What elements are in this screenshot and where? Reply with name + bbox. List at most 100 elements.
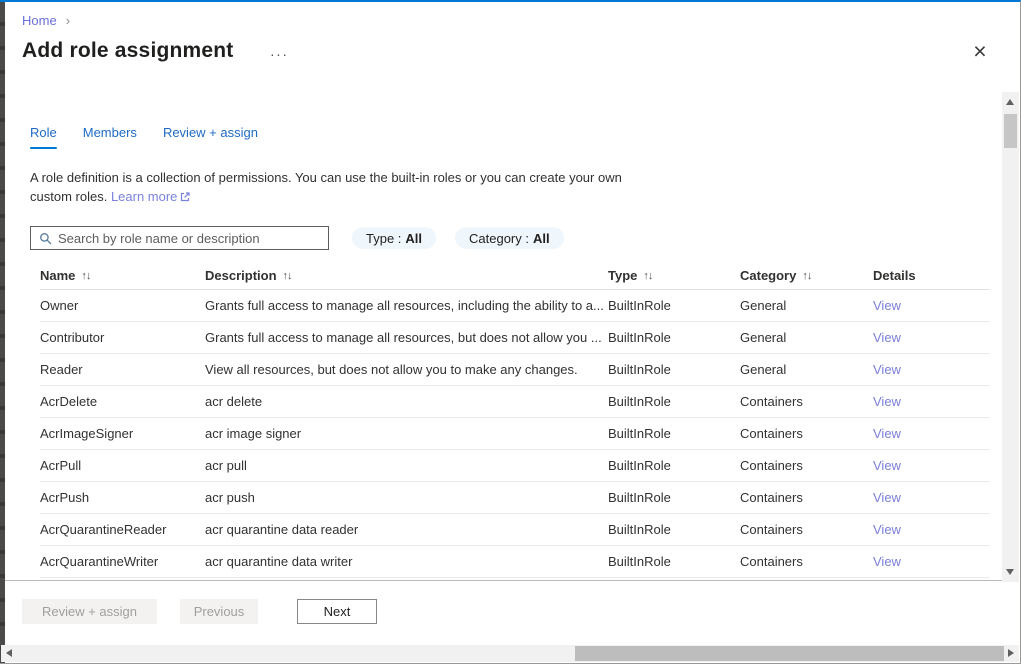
view-details-link[interactable]: View (873, 330, 901, 345)
role-type-cell: BuiltInRole (608, 394, 740, 409)
role-description-cell: acr quarantine data reader (205, 522, 608, 537)
role-type-cell: BuiltInRole (608, 362, 740, 377)
scroll-up-arrow-icon[interactable] (1006, 99, 1014, 105)
tab-role[interactable]: Role (30, 125, 57, 149)
table-row[interactable]: AcrQuarantineWriter acr quarantine data … (40, 546, 990, 578)
sort-icon: ↑↓ (81, 270, 90, 282)
add-role-assignment-panel: Home › Add role assignment ··· × Role Me… (0, 0, 1021, 664)
table-row[interactable]: AcrPull acr pull BuiltInRole Containers … (40, 450, 990, 482)
role-category-cell: Containers (740, 490, 873, 505)
sort-icon: ↑↓ (643, 270, 652, 282)
search-input[interactable] (58, 231, 328, 246)
role-name-cell: Contributor (40, 330, 205, 345)
category-filter-value: All (533, 231, 550, 246)
table-row[interactable]: Contributor Grants full access to manage… (40, 322, 990, 354)
scroll-left-arrow-icon[interactable] (6, 649, 12, 657)
role-type-cell: BuiltInRole (608, 490, 740, 505)
previous-button[interactable]: Previous (180, 599, 258, 624)
list-bottom-divider (5, 580, 1003, 581)
vertical-scrollbar[interactable] (1002, 92, 1019, 582)
next-button[interactable]: Next (297, 599, 377, 624)
column-header-details: Details (873, 268, 990, 283)
table-row[interactable]: AcrDelete acr delete BuiltInRole Contain… (40, 386, 990, 418)
role-category-cell: General (740, 362, 873, 377)
learn-more-link[interactable]: Learn more (111, 189, 177, 204)
role-type-cell: BuiltInRole (608, 554, 740, 569)
role-type-cell: BuiltInRole (608, 330, 740, 345)
intro-line-1: A role definition is a collection of per… (30, 168, 622, 187)
tab-members[interactable]: Members (83, 125, 137, 149)
type-filter-pill[interactable]: Type : All (352, 227, 436, 249)
role-name-cell: AcrQuarantineReader (40, 522, 205, 537)
role-description-cell: acr quarantine data writer (205, 554, 608, 569)
view-details-link[interactable]: View (873, 458, 901, 473)
search-icon (39, 232, 52, 245)
view-details-link[interactable]: View (873, 426, 901, 441)
role-name-cell: Reader (40, 362, 205, 377)
view-details-link[interactable]: View (873, 298, 901, 313)
table-row[interactable]: AcrQuarantineReader acr quarantine data … (40, 514, 990, 546)
role-type-cell: BuiltInRole (608, 298, 740, 313)
table-body: Owner Grants full access to manage all r… (40, 290, 990, 578)
role-category-cell: General (740, 330, 873, 345)
role-description-cell: acr image signer (205, 426, 608, 441)
category-filter-pill[interactable]: Category : All (455, 227, 564, 249)
role-description-cell: acr push (205, 490, 608, 505)
role-name-cell: AcrQuarantineWriter (40, 554, 205, 569)
role-name-cell: Owner (40, 298, 205, 313)
breadcrumb-home-link[interactable]: Home (22, 13, 57, 28)
role-definition-intro: A role definition is a collection of per… (30, 168, 622, 207)
breadcrumb-chevron-icon: › (66, 13, 70, 28)
table-row[interactable]: Owner Grants full access to manage all r… (40, 290, 990, 322)
role-name-cell: AcrPull (40, 458, 205, 473)
role-description-cell: Grants full access to manage all resourc… (205, 298, 608, 313)
close-icon[interactable]: × (966, 38, 994, 66)
scroll-right-arrow-icon[interactable] (1008, 649, 1014, 657)
category-filter-label: Category : (469, 231, 529, 246)
role-category-cell: Containers (740, 522, 873, 537)
view-details-link[interactable]: View (873, 522, 901, 537)
view-details-link[interactable]: View (873, 554, 901, 569)
role-search-box (30, 226, 329, 250)
role-description-cell: acr delete (205, 394, 608, 409)
sort-icon: ↑↓ (802, 270, 811, 282)
horizontal-scrollbar-thumb[interactable] (575, 646, 1004, 661)
external-link-icon (180, 188, 190, 207)
tab-bar: Role Members Review + assign (30, 125, 258, 149)
role-type-cell: BuiltInRole (608, 522, 740, 537)
view-details-link[interactable]: View (873, 490, 901, 505)
intro-line-2: custom roles. Learn more (30, 187, 622, 207)
role-category-cell: Containers (740, 426, 873, 441)
role-name-cell: AcrImageSigner (40, 426, 205, 441)
more-options-icon[interactable]: ··· (266, 44, 293, 64)
role-type-cell: BuiltInRole (608, 458, 740, 473)
column-header-type[interactable]: Type↑↓ (608, 268, 740, 283)
vertical-scrollbar-thumb[interactable] (1004, 114, 1017, 148)
role-name-cell: AcrDelete (40, 394, 205, 409)
role-category-cell: Containers (740, 458, 873, 473)
column-header-name[interactable]: Name↑↓ (40, 268, 205, 283)
type-filter-label: Type : (366, 231, 401, 246)
role-type-cell: BuiltInRole (608, 426, 740, 441)
scroll-down-arrow-icon[interactable] (1006, 569, 1014, 575)
role-description-cell: acr pull (205, 458, 608, 473)
type-filter-value: All (405, 231, 422, 246)
table-row[interactable]: AcrImageSigner acr image signer BuiltInR… (40, 418, 990, 450)
horizontal-scrollbar[interactable] (1, 645, 1019, 662)
review-assign-button[interactable]: Review + assign (22, 599, 157, 624)
page-title: Add role assignment (22, 39, 234, 63)
role-category-cell: General (740, 298, 873, 313)
tab-review-assign[interactable]: Review + assign (163, 125, 258, 149)
table-row[interactable]: Reader View all resources, but does not … (40, 354, 990, 386)
view-details-link[interactable]: View (873, 362, 901, 377)
role-category-cell: Containers (740, 394, 873, 409)
column-header-description[interactable]: Description↑↓ (205, 268, 608, 283)
role-description-cell: View all resources, but does not allow y… (205, 362, 608, 377)
table-row[interactable]: AcrPush acr push BuiltInRole Containers … (40, 482, 990, 514)
column-header-category[interactable]: Category↑↓ (740, 268, 873, 283)
breadcrumb: Home › (22, 13, 70, 28)
role-category-cell: Containers (740, 554, 873, 569)
role-name-cell: AcrPush (40, 490, 205, 505)
role-description-cell: Grants full access to manage all resourc… (205, 330, 608, 345)
view-details-link[interactable]: View (873, 394, 901, 409)
